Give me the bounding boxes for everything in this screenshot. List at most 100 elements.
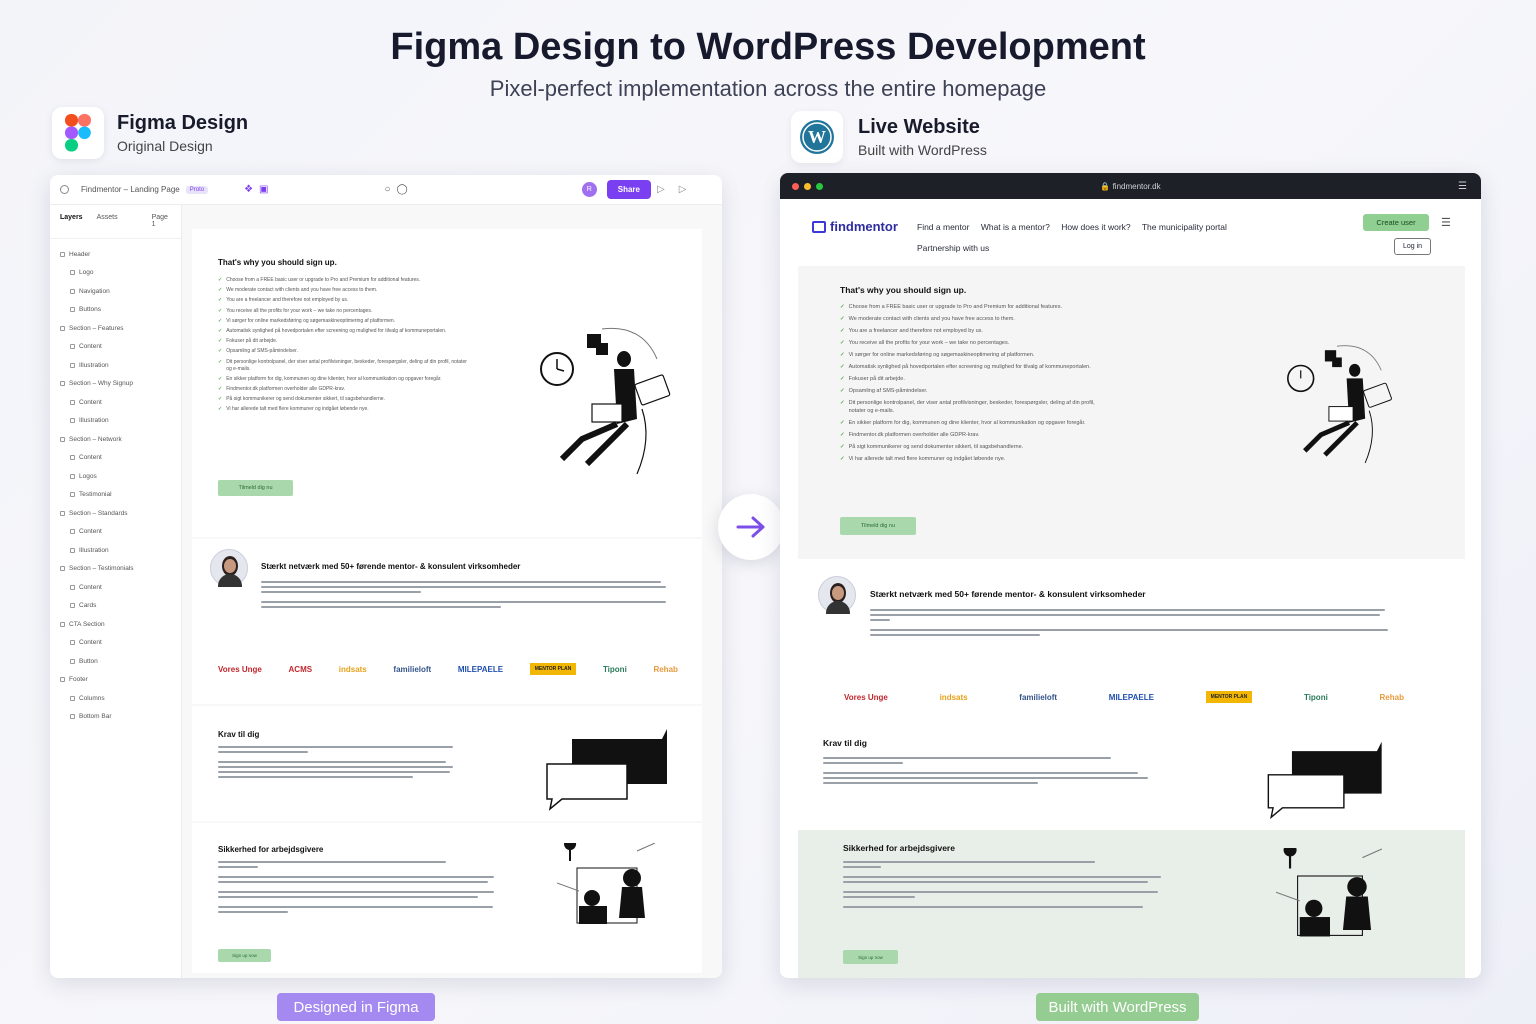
- layer-item[interactable]: Content: [50, 338, 181, 357]
- create-user-button[interactable]: Create user: [1363, 214, 1429, 231]
- wordpress-header-title: Live Website: [858, 116, 980, 138]
- built-with-wordpress-badge: Built with WordPress: [1036, 993, 1199, 1021]
- browser-url[interactable]: 🔒 findmentor.dk: [780, 182, 1481, 191]
- figma-share-button[interactable]: Share: [606, 180, 651, 199]
- figma-menu-icon[interactable]: [60, 185, 69, 194]
- figma-present-icon[interactable]: ▷: [679, 184, 687, 195]
- benefit-item: ✓ På sigt kommunikerer og send dokumenter…: [840, 444, 1110, 452]
- layer-item[interactable]: Section – Why Signup: [50, 375, 181, 394]
- site-logo[interactable]: findmentor: [812, 219, 898, 234]
- nav-what-is-mentor[interactable]: What is a mentor?: [981, 222, 1050, 232]
- check-icon: ✓: [840, 419, 845, 426]
- wp-security-button[interactable]: Sign up now: [843, 950, 898, 964]
- layer-item[interactable]: Content: [50, 523, 181, 542]
- benefit-item: ✓ Automatisk synlighed på hovedportalen e…: [218, 328, 468, 335]
- layer-item[interactable]: Section – Standards: [50, 504, 181, 523]
- partner-logo: ACMS: [288, 664, 313, 674]
- check-icon: ✓: [218, 385, 223, 392]
- layer-item[interactable]: Columns: [50, 689, 181, 708]
- benefit-item: ✓ Vi sørger for online markedsføring og s…: [218, 318, 468, 325]
- benefit-text: Vi har allerede talt med flere kommuner …: [848, 455, 1006, 462]
- figma-toolbar: Findmentor – Landing Page Proto ❖ ▣ ○ ◯ …: [50, 175, 722, 205]
- layer-item[interactable]: Illustration: [50, 412, 181, 431]
- wp-chat-bubbles-illustration: [1267, 741, 1382, 820]
- check-icon: ✓: [218, 327, 223, 334]
- layer-frame-icon: [70, 344, 75, 350]
- tab-page[interactable]: Page 1: [152, 214, 171, 228]
- check-icon: ✓: [218, 307, 223, 314]
- wp-network-section: Stærkt netværk med 50+ førende mentor- &…: [798, 563, 1465, 723]
- site-nav: Find a mentor What is a mentor? How does…: [917, 217, 1297, 259]
- figma-canvas: That's why you should sign up. ✓ Choose f…: [182, 205, 722, 978]
- benefit-item: ✓ Choose from a FREE basic user or upgrad…: [840, 304, 1110, 312]
- layer-item[interactable]: Button: [50, 652, 181, 671]
- check-icon: ✓: [218, 287, 223, 294]
- svg-text:W: W: [808, 127, 826, 147]
- benefit-text: Automatisk synlighed på hovedportalen ef…: [226, 327, 447, 334]
- layer-frame-icon: [70, 547, 75, 553]
- layer-frame-icon: [60, 325, 65, 331]
- layer-item[interactable]: CTA Section: [50, 615, 181, 634]
- figma-proto-badge: Proto: [185, 185, 209, 194]
- layer-item[interactable]: Cards: [50, 597, 181, 616]
- layer-label: Logos: [79, 472, 97, 480]
- fg-chat-bubbles-illustration: [546, 729, 667, 811]
- wp-signup-button[interactable]: Tilmeld dig nu: [840, 517, 916, 535]
- tab-assets[interactable]: Assets: [97, 214, 118, 228]
- login-button[interactable]: Log in: [1394, 238, 1431, 255]
- figma-component-icon[interactable]: ❖: [244, 184, 253, 195]
- layer-item[interactable]: Content: [50, 634, 181, 653]
- nav-partnership[interactable]: Partnership with us: [917, 243, 989, 253]
- nav-municipality-portal[interactable]: The municipality portal: [1142, 222, 1227, 232]
- fg-krav-section: Krav til dig: [192, 706, 702, 821]
- layer-item[interactable]: Content: [50, 393, 181, 412]
- layer-item[interactable]: Section – Network: [50, 430, 181, 449]
- layer-item[interactable]: Navigation: [50, 282, 181, 301]
- benefit-text: Dit personlige kontrolpanel, der viser a…: [848, 400, 1095, 414]
- layer-item[interactable]: Section – Features: [50, 319, 181, 338]
- layer-item[interactable]: Header: [50, 245, 181, 264]
- layer-item[interactable]: Section – Testimonials: [50, 560, 181, 579]
- layer-item[interactable]: Content: [50, 578, 181, 597]
- layer-frame-icon: [70, 418, 75, 424]
- benefit-item: ✓ Dit personlige kontrolpanel, der viser …: [218, 359, 468, 373]
- layer-item[interactable]: Logo: [50, 264, 181, 283]
- benefit-text: You receive all the profits for your wor…: [848, 340, 1010, 346]
- benefit-item: ✓ Choose from a FREE basic user or upgrad…: [218, 277, 468, 284]
- page-subtitle: Pixel-perfect implementation across the …: [489, 76, 1047, 101]
- tab-layers[interactable]: Layers: [60, 214, 83, 228]
- fg-krav-title: Krav til dig: [218, 730, 260, 739]
- hamburger-menu-icon[interactable]: ☰: [1441, 216, 1451, 229]
- figma-frame-icon[interactable]: ▣: [259, 184, 268, 195]
- browser-menu-icon[interactable]: ☰: [1458, 181, 1467, 192]
- nav-find-mentor[interactable]: Find a mentor: [917, 222, 969, 232]
- layer-item[interactable]: Buttons: [50, 301, 181, 320]
- layer-item[interactable]: Footer: [50, 671, 181, 690]
- fg-signup-section: That's why you should sign up. ✓ Choose f…: [192, 229, 702, 537]
- layer-item[interactable]: Bottom Bar: [50, 708, 181, 727]
- layer-label: Section – Testimonials: [69, 565, 134, 573]
- figma-avatar[interactable]: R: [581, 182, 597, 197]
- figma-circle-icon[interactable]: ○: [385, 184, 391, 195]
- layer-item[interactable]: Logos: [50, 467, 181, 486]
- benefit-text: Choose from a FREE basic user or upgrade…: [226, 277, 421, 283]
- layer-label: Section – Features: [69, 324, 124, 332]
- designed-in-figma-badge: Designed in Figma: [277, 993, 435, 1021]
- partner-logo: indsats: [338, 664, 367, 674]
- layer-frame-icon: [70, 307, 75, 313]
- figma-play-icon[interactable]: ▷: [657, 184, 665, 195]
- benefit-text: Findmentor.dk platformen overholder alle…: [848, 431, 980, 438]
- benefit-item: ✓ På sigt kommunikerer og send dokumenter…: [218, 396, 468, 403]
- layer-item[interactable]: Testimonial: [50, 486, 181, 505]
- benefit-item: ✓ Vi har allerede talt med flere kommuner…: [840, 456, 1110, 464]
- check-icon: ✓: [840, 431, 845, 438]
- nav-how-it-works[interactable]: How does it work?: [1061, 222, 1130, 232]
- fg-signup-button[interactable]: Tilmeld dig nu: [218, 480, 293, 496]
- benefit-text: You receive all the profits for your wor…: [226, 307, 373, 314]
- layer-item[interactable]: Illustration: [50, 356, 181, 375]
- fg-security-button[interactable]: Sign up now: [218, 949, 271, 962]
- layer-item[interactable]: Content: [50, 449, 181, 468]
- wp-krav-section: Krav til dig: [798, 727, 1465, 827]
- figma-shield-icon[interactable]: ◯: [397, 184, 408, 195]
- layer-item[interactable]: Illustration: [50, 541, 181, 560]
